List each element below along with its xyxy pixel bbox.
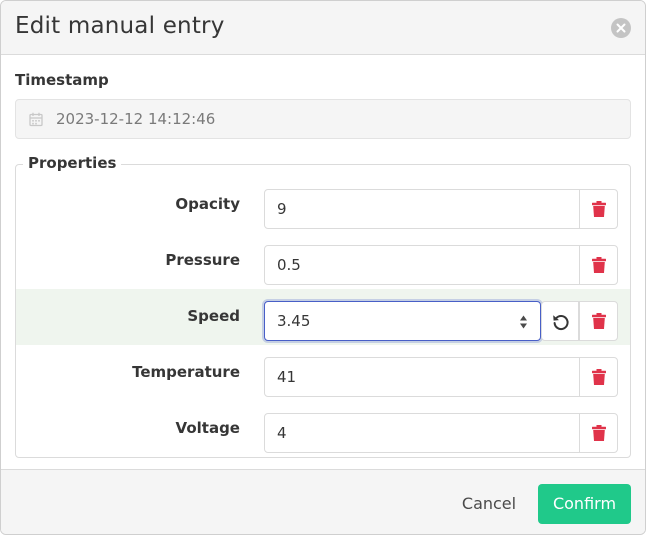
close-icon bbox=[616, 23, 626, 33]
property-value-input[interactable]: 9 bbox=[264, 189, 580, 229]
trash-icon bbox=[592, 369, 606, 385]
delete-property-button[interactable] bbox=[579, 189, 618, 229]
property-value-input[interactable]: 3.45 bbox=[264, 301, 541, 341]
cancel-button[interactable]: Cancel bbox=[452, 484, 526, 524]
confirm-button[interactable]: Confirm bbox=[538, 484, 631, 524]
delete-property-button[interactable] bbox=[579, 301, 618, 341]
delete-property-button[interactable] bbox=[579, 413, 618, 453]
calendar-icon bbox=[29, 112, 43, 127]
number-spinner-icon[interactable] bbox=[519, 314, 528, 330]
property-label: Opacity bbox=[175, 195, 240, 213]
property-label: Temperature bbox=[132, 363, 240, 381]
property-row-temperature: Temperature 41 bbox=[16, 345, 630, 401]
reset-value-button[interactable] bbox=[541, 301, 579, 341]
property-value-input[interactable]: 4 bbox=[264, 413, 580, 453]
timestamp-field: 2023-12-12 14:12:46 bbox=[15, 99, 631, 139]
undo-icon bbox=[553, 315, 569, 330]
trash-icon bbox=[592, 425, 606, 441]
property-label: Voltage bbox=[175, 419, 240, 437]
property-value-input[interactable]: 41 bbox=[264, 357, 580, 397]
delete-property-button[interactable] bbox=[579, 245, 618, 285]
property-row-voltage: Voltage 4 bbox=[16, 401, 630, 457]
property-row-opacity: Opacity 9 bbox=[16, 177, 630, 233]
timestamp-label: Timestamp bbox=[15, 71, 109, 89]
dialog-footer: Cancel Confirm bbox=[1, 469, 645, 534]
delete-property-button[interactable] bbox=[579, 357, 618, 397]
trash-icon bbox=[592, 313, 606, 329]
trash-icon bbox=[592, 201, 606, 217]
property-label: Pressure bbox=[165, 251, 240, 269]
dialog-title: Edit manual entry bbox=[15, 13, 225, 39]
property-label: Speed bbox=[187, 307, 240, 325]
property-value-input[interactable]: 0.5 bbox=[264, 245, 580, 285]
trash-icon bbox=[592, 257, 606, 273]
dialog-header: Edit manual entry bbox=[1, 1, 645, 55]
property-row-pressure: Pressure 0.5 bbox=[16, 233, 630, 289]
property-value-text: 3.45 bbox=[277, 312, 311, 330]
edit-entry-dialog: Edit manual entry Timestamp 2023-12-12 1… bbox=[0, 0, 646, 535]
close-button[interactable] bbox=[611, 18, 631, 38]
property-row-speed: Speed 3.45 bbox=[16, 289, 630, 345]
timestamp-value: 2023-12-12 14:12:46 bbox=[56, 110, 216, 128]
properties-legend: Properties bbox=[23, 154, 122, 172]
